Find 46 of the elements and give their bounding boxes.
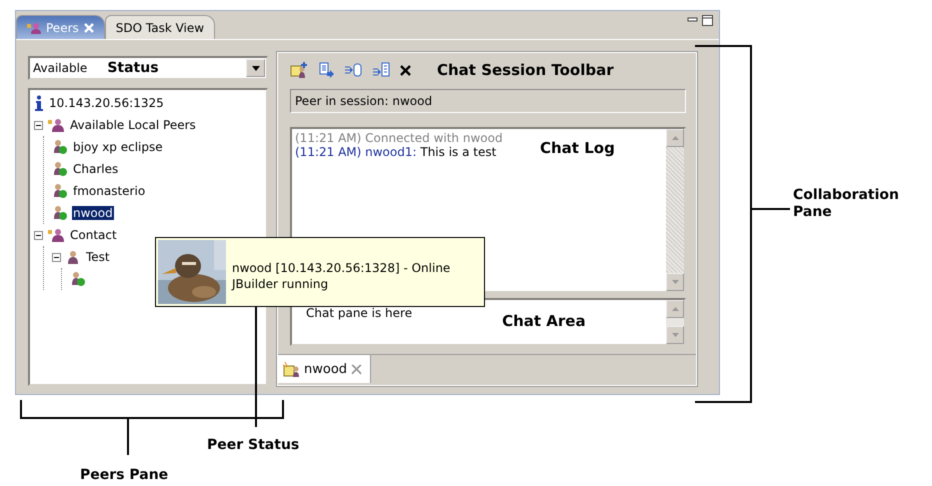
- chat-input-text: Chat pane is here: [306, 306, 412, 320]
- chat-line: (11:21 AM) Connected with nwood: [295, 131, 503, 145]
- callout-label: Chat Session Toolbar: [437, 61, 614, 79]
- send-document-icon[interactable]: [372, 62, 390, 78]
- tree-item[interactable]: Charles: [72, 162, 120, 176]
- tree-item[interactable]: bjoy xp eclipse: [72, 140, 164, 154]
- info-icon: [34, 95, 44, 111]
- peers-icon: [27, 22, 41, 34]
- tree-item[interactable]: nwood: [72, 206, 114, 220]
- online-peer-icon: [52, 205, 68, 221]
- people-icon: [47, 117, 65, 133]
- collapse-toggle[interactable]: [34, 230, 43, 240]
- chat-session-icon: [282, 361, 300, 377]
- add-person-icon[interactable]: [290, 61, 308, 79]
- tooltip-text: JBuilder running: [232, 277, 330, 291]
- tree-item[interactable]: 10.143.20.56:1325: [48, 96, 165, 110]
- tree-item[interactable]: Contact: [69, 228, 118, 242]
- send-file-icon[interactable]: [344, 62, 362, 78]
- annotation-label: Peer Status: [207, 437, 300, 453]
- chat-input[interactable]: Chat pane is here Chat Area: [290, 298, 686, 346]
- view-tab[interactable]: SDO Task View: [104, 15, 216, 39]
- tree-item[interactable]: Test: [85, 250, 111, 264]
- chat-line: (11:21 AM) nwood1: This is a test: [295, 145, 496, 159]
- collapse-toggle[interactable]: [34, 120, 43, 130]
- session-peer-field: Peer in session: nwood: [290, 89, 686, 113]
- annotation-label: Peers Pane: [80, 467, 168, 483]
- tree-item[interactable]: fmonasterio: [72, 184, 146, 198]
- dropdown-arrow-icon: [252, 66, 260, 70]
- tooltip-text: nwood [10.143.20.56:1328] - Online: [232, 261, 450, 275]
- online-peer-icon: [70, 271, 86, 287]
- tree-item[interactable]: Available Local Peers: [69, 118, 197, 132]
- status-dropdown[interactable]: Available Status: [28, 56, 268, 80]
- callout-label: Chat Area: [502, 312, 586, 330]
- callout-label: Chat Log: [540, 139, 615, 157]
- document-arrow-icon[interactable]: [318, 62, 334, 78]
- online-peer-icon: [52, 139, 68, 155]
- online-peer-icon: [52, 161, 68, 177]
- session-tab[interactable]: nwood: [278, 355, 372, 383]
- collapse-toggle[interactable]: [52, 252, 61, 262]
- people-icon: [47, 227, 65, 243]
- callout-label: Status: [107, 60, 159, 76]
- close-icon[interactable]: [400, 64, 411, 76]
- online-peer-icon: [52, 183, 68, 199]
- maximize-icon[interactable]: [702, 15, 713, 26]
- annotation-label: Collaboration Pane: [793, 187, 900, 221]
- person-icon: [65, 249, 81, 265]
